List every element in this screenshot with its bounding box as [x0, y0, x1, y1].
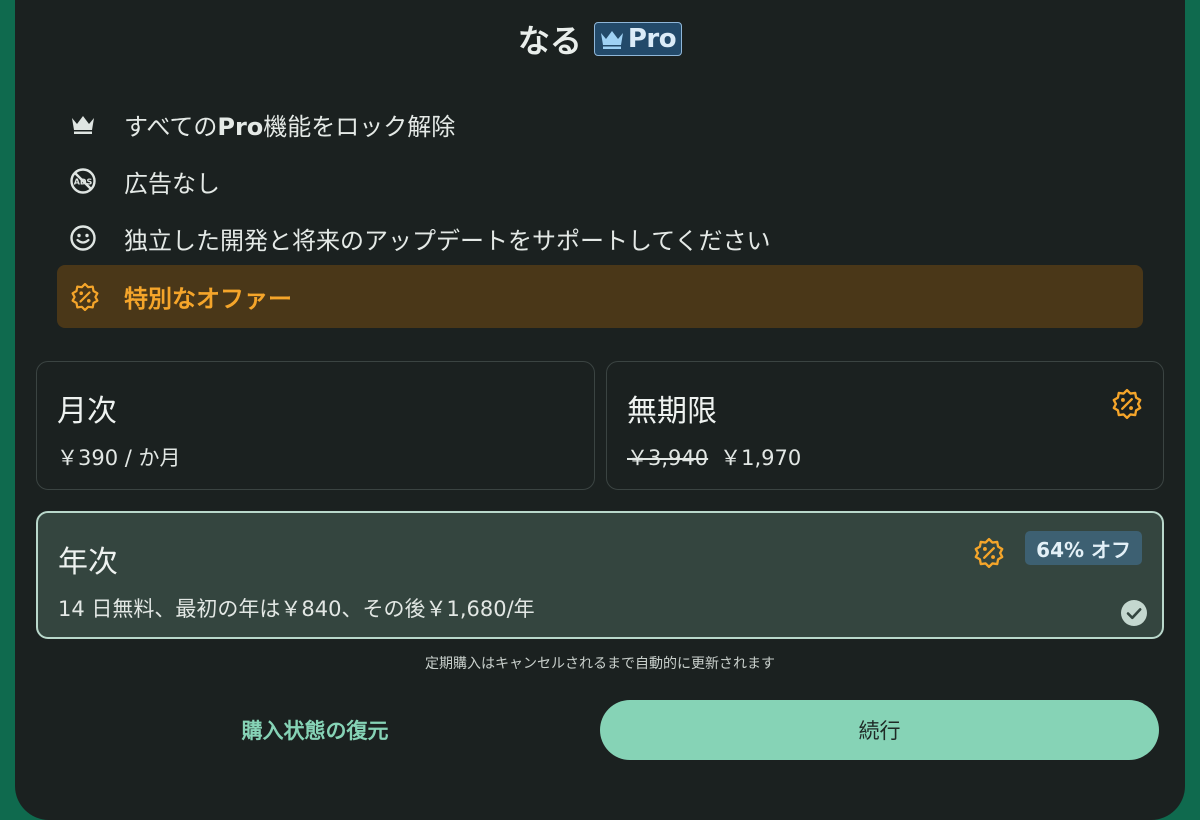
smiley-icon — [68, 223, 98, 253]
discount-badge-icon — [974, 537, 1004, 569]
discount-badge-icon — [1112, 388, 1142, 420]
plan-yearly[interactable]: 年次 64% オフ 14 日無料、最初の年は￥840、その後￥1,680/年 — [36, 511, 1164, 639]
plan-name: 無期限 — [627, 394, 717, 429]
plan-name: 年次 — [58, 545, 118, 580]
special-offer-label: 特別なオファー — [124, 285, 292, 313]
no-ads-icon: ADS — [68, 166, 98, 196]
feature-label: すべてのPro機能をロック解除 — [124, 112, 456, 141]
renewal-notice: 定期購入はキャンセルされるまで自動的に更新されます — [425, 656, 775, 672]
crown-icon — [68, 109, 98, 139]
plan-lifetime[interactable]: 無期限 ￥3,940 ￥1,970 — [606, 361, 1164, 490]
feature-label: 独立した開発と将来のアップデートをサポートしてください — [124, 226, 771, 255]
check-circle-icon — [1121, 600, 1147, 626]
pro-badge-label: Pro — [627, 24, 677, 54]
discount-badge-icon — [71, 282, 99, 311]
feature-label: 広告なし — [124, 169, 220, 198]
old-price: ￥3,940 — [627, 446, 709, 470]
continue-button[interactable]: 続行 — [600, 700, 1159, 760]
plan-price-group: ￥3,940 ￥1,970 — [627, 442, 801, 472]
plan-price: ￥1,970 — [720, 446, 802, 470]
pro-badge: Pro — [593, 22, 683, 56]
title-text: なる — [517, 22, 582, 60]
plan-price: ￥390 / か月 — [57, 446, 181, 470]
page-title: なる Pro — [0, 16, 1200, 62]
plan-price: 14 日無料、最初の年は￥840、その後￥1,680/年 — [58, 597, 535, 621]
restore-purchases-button[interactable]: 購入状態の復元 — [158, 700, 472, 760]
special-offer-banner: 特別なオファー — [57, 265, 1143, 328]
discount-badge: 64% オフ — [1025, 531, 1142, 565]
plan-monthly[interactable]: 月次 ￥390 / か月 — [36, 361, 595, 490]
crown-icon — [600, 31, 623, 49]
feature-item-support: 独立した開発と将来のアップデートをサポートしてください — [68, 218, 771, 258]
feature-item-unlock: すべてのPro機能をロック解除 — [68, 104, 455, 144]
plan-name: 月次 — [57, 394, 117, 429]
feature-item-no-ads: ADS 広告なし — [68, 161, 220, 201]
